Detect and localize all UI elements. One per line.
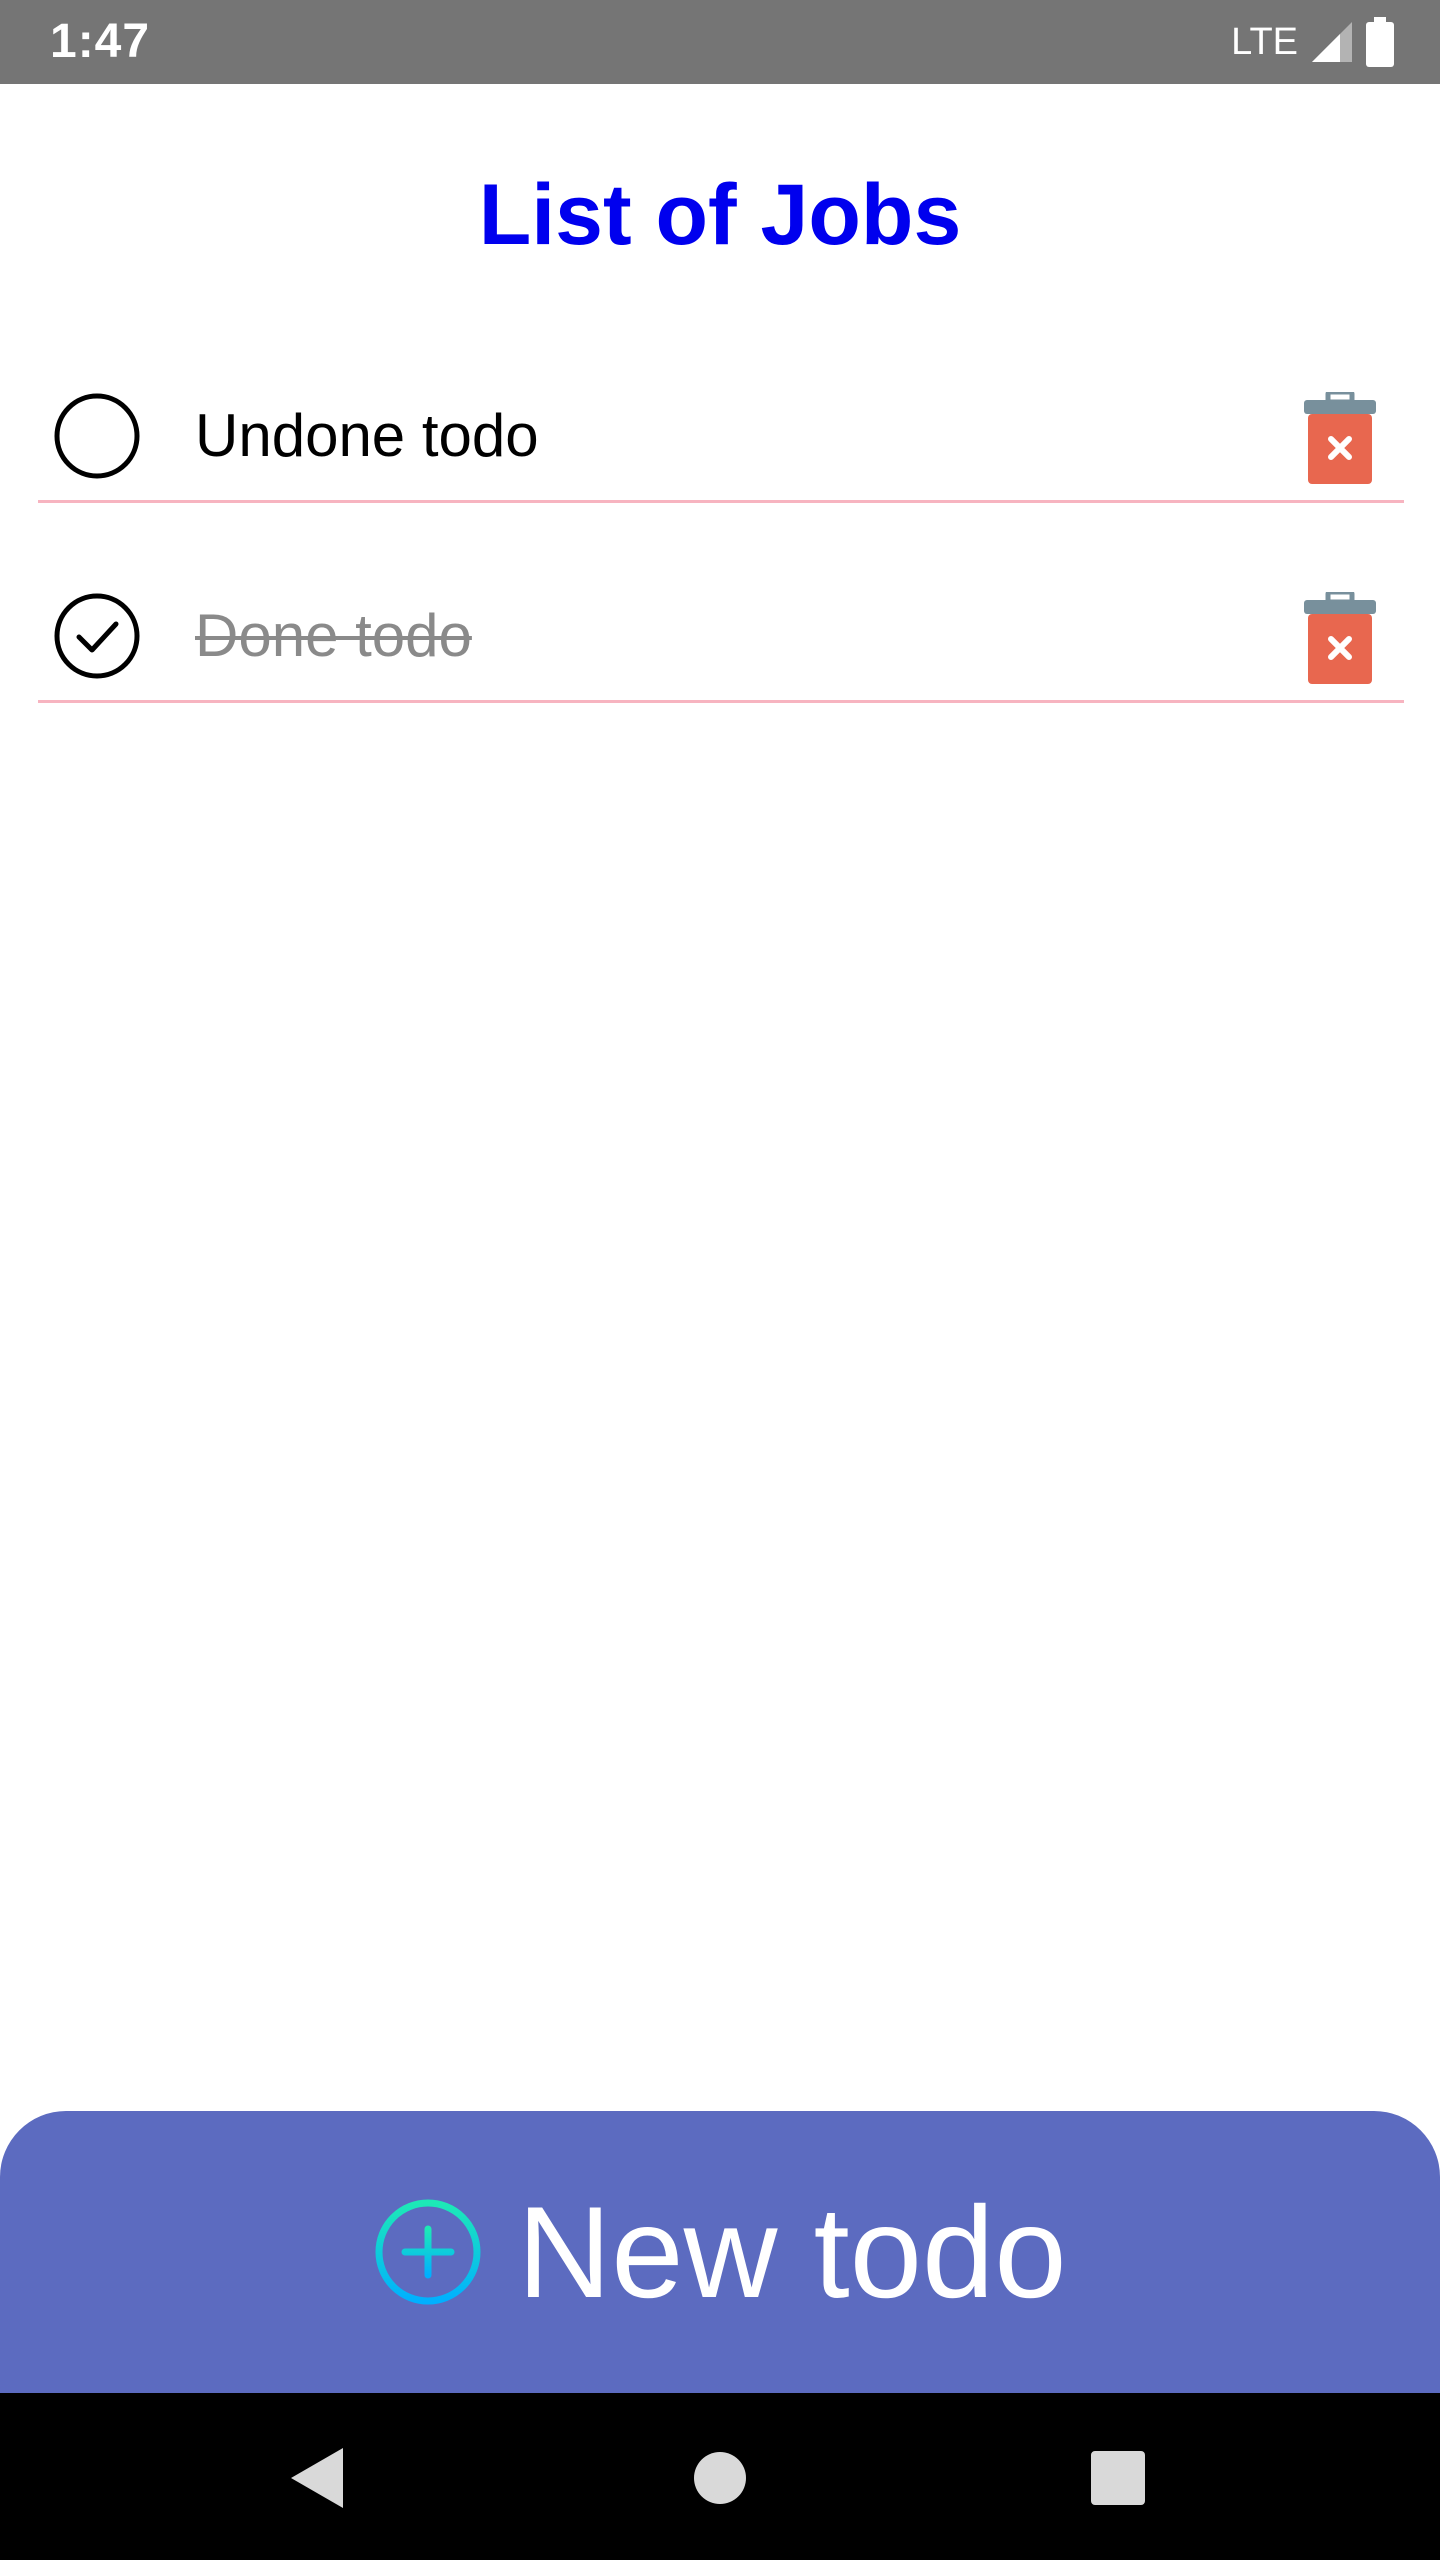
signal-icon [1312,22,1352,62]
todo-text[interactable]: Done todo [195,598,472,674]
new-todo-label: New todo [517,2179,1067,2325]
back-icon[interactable] [271,2433,361,2523]
home-icon[interactable] [675,2433,765,2523]
todo-item: Done todo [38,560,1404,703]
page-title: List of Jobs [478,167,962,263]
network-type: LTE [1231,21,1298,63]
status-indicators: LTE [1231,16,1396,68]
battery-icon [1366,17,1394,67]
new-todo-button[interactable]: New todo [0,2111,1440,2393]
status-bar: 1:47 LTE [0,0,1440,84]
status-time: 1:47 [50,15,151,68]
trash-icon[interactable] [1304,592,1376,684]
plus-circle-icon [375,2199,481,2305]
navigation-bar [0,2393,1440,2560]
todo-text[interactable]: Undone todo [195,398,539,474]
todo-list: Undone todo Done todo [38,360,1404,760]
recents-icon[interactable] [1073,2433,1163,2523]
circle-outline-icon[interactable] [54,393,140,479]
trash-icon[interactable] [1304,392,1376,484]
todo-item: Undone todo [38,360,1404,503]
check-circle-icon[interactable] [54,593,140,679]
